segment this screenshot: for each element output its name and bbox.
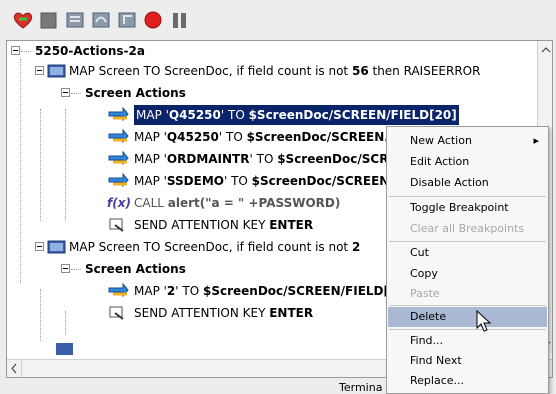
map-arrow-icon bbox=[107, 150, 129, 174]
status-text: Termina bbox=[339, 381, 383, 394]
step-over-icon bbox=[92, 12, 110, 28]
screen-map-icon bbox=[47, 63, 67, 85]
tree-guide-line bbox=[21, 51, 31, 52]
send-key-icon bbox=[109, 217, 127, 239]
node-label: MAP Screen TO ScreenDoc, if field count … bbox=[69, 64, 481, 78]
menu-item-edit-action[interactable]: Edit Action bbox=[388, 152, 547, 172]
menu-separator bbox=[389, 329, 546, 330]
node-label: MAP 'Q45250' TO $ScreenDoc/SCREEN. bbox=[134, 130, 389, 144]
collapse-toggle[interactable] bbox=[35, 66, 44, 75]
stop-button[interactable] bbox=[38, 10, 60, 30]
menu-item-cut[interactable]: Cut bbox=[388, 243, 547, 263]
node-label: MAP Screen TO ScreenDoc, if field count … bbox=[69, 240, 361, 254]
heart-run-icon bbox=[13, 12, 33, 29]
map-arrow-icon bbox=[107, 282, 129, 306]
collapse-toggle[interactable] bbox=[11, 46, 20, 55]
node-label: CALL alert("a = " +PASSWORD) bbox=[134, 196, 341, 210]
step-into-icon bbox=[66, 12, 84, 28]
mouse-cursor-icon bbox=[476, 310, 492, 332]
scroll-left-icon bbox=[11, 363, 17, 374]
menu-item-find-next[interactable]: Find Next bbox=[388, 351, 547, 371]
menu-item-label: Delete bbox=[410, 310, 447, 323]
pause-icon bbox=[173, 13, 186, 28]
toolbar bbox=[0, 0, 556, 38]
menu-item-new-action[interactable]: New Action ▸ bbox=[388, 131, 547, 151]
menu-item-find[interactable]: Find... bbox=[388, 331, 547, 351]
step-over-button[interactable] bbox=[90, 10, 112, 30]
tree-guide-line bbox=[65, 109, 66, 221]
collapse-toggle[interactable] bbox=[61, 88, 70, 97]
menu-item-clear-breakpoints: Clear all Breakpoints bbox=[410, 222, 525, 235]
screen-actions-label: Screen Actions bbox=[85, 86, 186, 100]
step-into-button[interactable] bbox=[64, 10, 86, 30]
menu-item-delete[interactable]: Delete bbox=[388, 307, 547, 327]
function-icon: f(x) bbox=[107, 196, 131, 210]
menu-item-copy[interactable]: Copy bbox=[388, 264, 547, 284]
menu-item-toggle-breakpoint[interactable]: Toggle Breakpoint bbox=[388, 198, 547, 218]
screen-actions-label: Screen Actions bbox=[85, 262, 186, 276]
menu-separator bbox=[389, 305, 546, 306]
root-label: 5250-Actions-2a bbox=[35, 44, 145, 58]
menu-item-paste: Paste bbox=[410, 287, 440, 300]
tree-guide-line bbox=[65, 311, 66, 335]
node-label: MAP 'ORDMAINTR' TO $ScreenDoc/SCR bbox=[134, 152, 389, 166]
menu-separator bbox=[389, 196, 546, 197]
scroll-up-icon[interactable] bbox=[538, 43, 553, 57]
context-menu[interactable]: New Action ▸ Edit Action Disable Action … bbox=[386, 126, 549, 394]
record-icon bbox=[144, 11, 162, 29]
map-arrow-icon bbox=[107, 128, 129, 152]
record-button[interactable] bbox=[143, 10, 165, 30]
tree-node-partial[interactable] bbox=[55, 341, 75, 361]
step-out-button[interactable] bbox=[116, 10, 138, 30]
collapse-toggle[interactable] bbox=[35, 242, 44, 251]
scroll-left-button[interactable] bbox=[7, 360, 22, 377]
tree-guide-line bbox=[71, 269, 81, 270]
node-label: MAP '2' TO $ScreenDoc/SCREEN/FIELD[ bbox=[134, 284, 389, 298]
node-label: SEND ATTENTION KEY ENTER bbox=[134, 306, 314, 320]
collapse-toggle[interactable] bbox=[61, 264, 70, 273]
node-label: MAP 'Q45250' TO $ScreenDoc/SCREEN/FIELD[… bbox=[134, 105, 459, 125]
screen-map-icon bbox=[56, 343, 73, 355]
tree-guide-line bbox=[71, 93, 81, 94]
tree-guide-line bbox=[40, 289, 41, 341]
screen-map-icon bbox=[47, 239, 67, 261]
menu-item-label: New Action bbox=[410, 134, 472, 147]
pause-button[interactable] bbox=[169, 10, 191, 30]
menu-item-disable-action[interactable]: Disable Action bbox=[388, 173, 547, 193]
menu-item-replace[interactable]: Replace... bbox=[388, 371, 547, 391]
step-out-icon bbox=[118, 12, 136, 28]
send-key-icon bbox=[109, 305, 127, 327]
menu-separator bbox=[389, 241, 546, 242]
run-button[interactable] bbox=[12, 10, 34, 30]
tree-guide-line bbox=[20, 59, 21, 283]
stop-square-icon bbox=[40, 12, 57, 29]
tree-guide-line bbox=[40, 109, 41, 221]
node-label: SEND ATTENTION KEY ENTER bbox=[134, 218, 314, 232]
submenu-arrow-icon: ▸ bbox=[533, 134, 539, 147]
map-arrow-icon bbox=[107, 106, 129, 130]
node-label: MAP 'SSDEMO' TO $ScreenDoc/SCREEN bbox=[134, 174, 390, 188]
